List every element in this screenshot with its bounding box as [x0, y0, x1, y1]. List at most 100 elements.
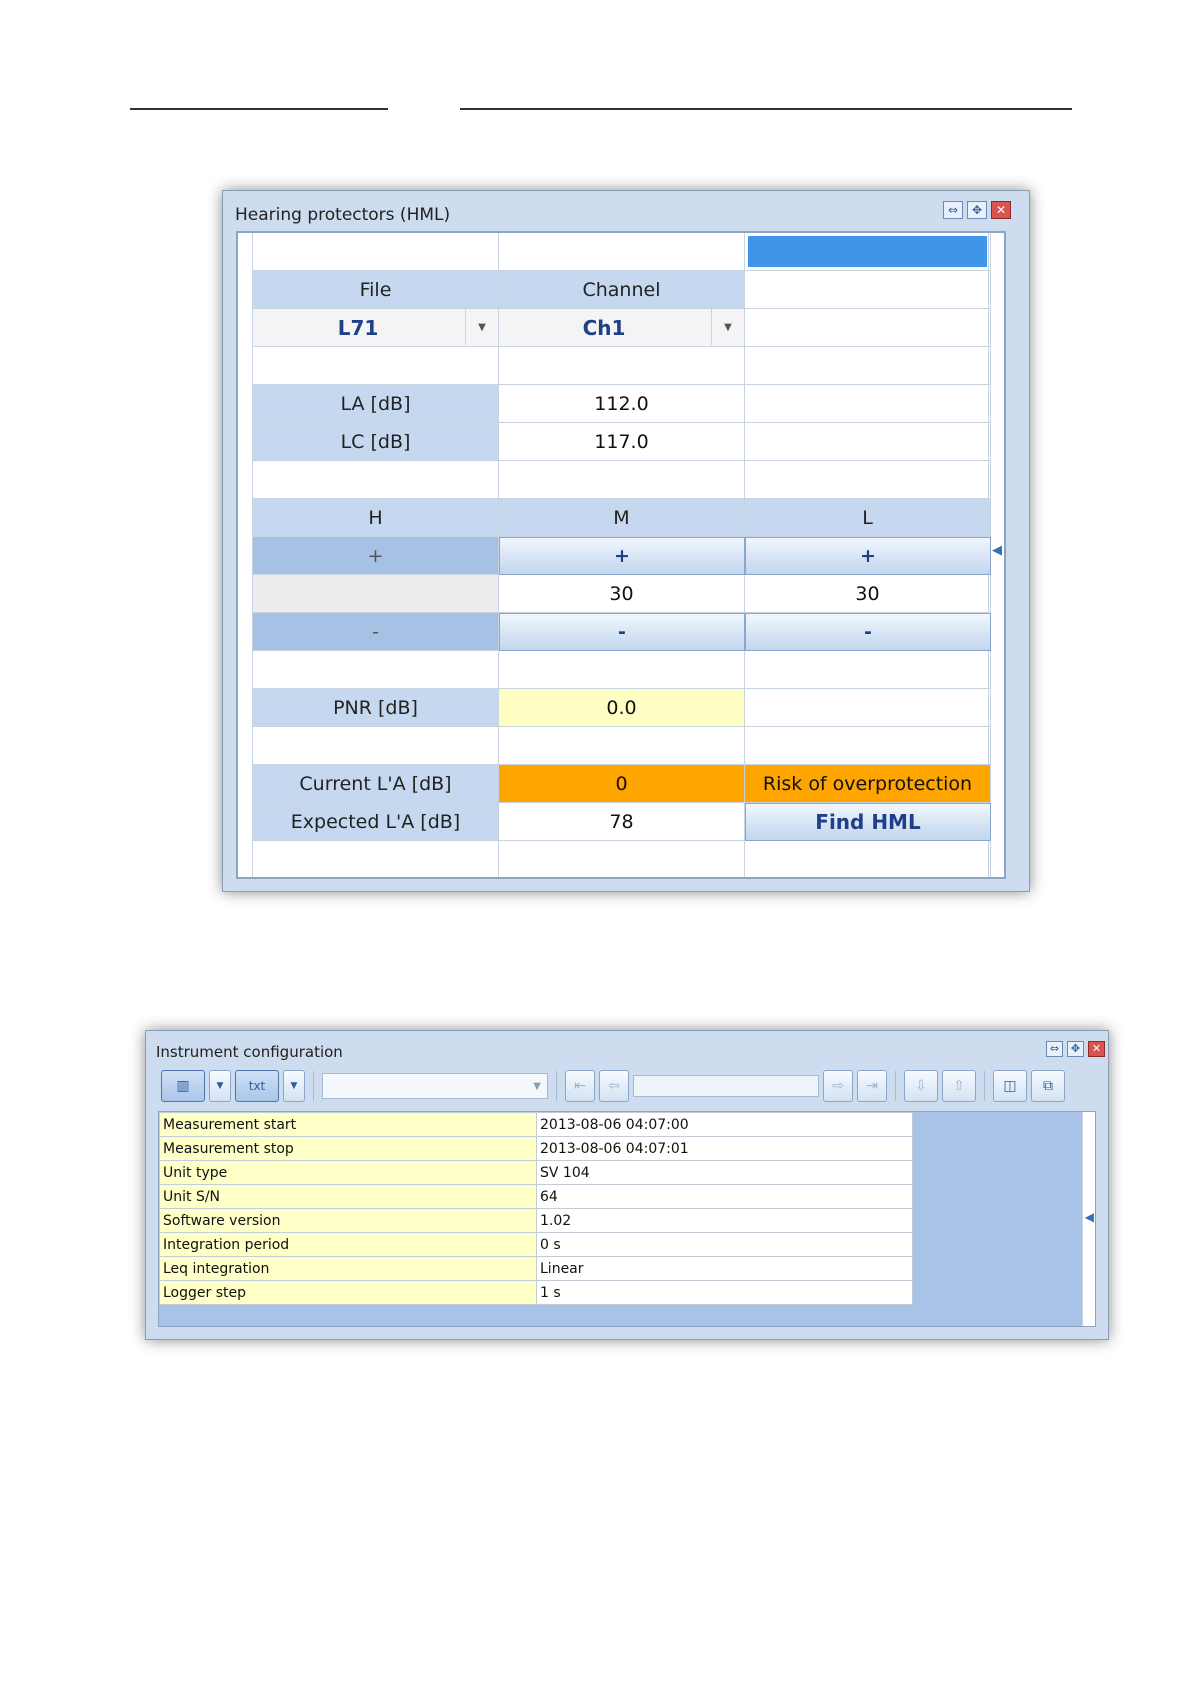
selection-dropdown[interactable]: ▼ [322, 1073, 548, 1099]
current-la-label: Current L'A [dB] [253, 765, 499, 803]
expected-la-value: 78 [499, 803, 745, 841]
grid-row: LA [dB] 112.0 [253, 385, 993, 423]
fit-width-icon[interactable]: ⇔ [1046, 1041, 1063, 1057]
empty-cell [499, 841, 745, 877]
grid-row: Current L'A [dB] 0 Risk of overprotectio… [253, 765, 993, 803]
table-row[interactable]: Unit type SV 104 [159, 1160, 913, 1185]
grid-row: File Channel [253, 271, 993, 309]
position-slider[interactable] [633, 1075, 819, 1097]
channel-dropdown[interactable]: Ch1 ▼ [499, 309, 745, 347]
tile-icon[interactable]: ◫ [993, 1070, 1027, 1102]
l-minus-button[interactable]: - [745, 613, 991, 651]
chevron-down-icon[interactable]: ▼ [465, 309, 498, 345]
grid-row: PNR [dB] 0.0 [253, 689, 993, 727]
chevron-down-icon[interactable]: ▼ [209, 1070, 231, 1102]
table-row[interactable]: Leq integration Linear [159, 1256, 913, 1281]
expected-la-label: Expected L'A [dB] [253, 803, 499, 841]
window-title: Instrument configuration [156, 1043, 343, 1061]
toolbar-separator [984, 1071, 985, 1101]
empty-cell [745, 423, 991, 461]
config-value[interactable]: SV 104 [536, 1160, 913, 1185]
config-value[interactable]: 64 [536, 1184, 913, 1209]
m-value[interactable]: 30 [499, 575, 745, 613]
config-value[interactable]: Linear [536, 1256, 913, 1281]
table-row[interactable]: Measurement start 2013-08-06 04:07:00 [159, 1112, 913, 1137]
l-plus-button[interactable]: + [745, 537, 991, 575]
file-value: L71 [337, 315, 379, 340]
up-arrow-icon[interactable]: ⇧ [942, 1070, 976, 1102]
la-label: LA [dB] [253, 385, 499, 423]
config-key: Logger step [159, 1280, 537, 1305]
m-plus-button[interactable]: + [499, 537, 745, 575]
collapse-arrow-icon[interactable]: ◀ [1085, 1210, 1094, 1224]
m-minus-button[interactable]: - [499, 613, 745, 651]
table-row[interactable]: Measurement stop 2013-08-06 04:07:01 [159, 1136, 913, 1161]
toolbar-separator [313, 1071, 314, 1101]
config-key: Unit type [159, 1160, 537, 1185]
lc-value[interactable]: 117.0 [499, 423, 745, 461]
empty-cell [745, 271, 991, 309]
header-rule-right [460, 108, 1072, 110]
grid-row: H M L [253, 499, 993, 537]
channel-header: Channel [499, 271, 745, 309]
band-m-header: M [499, 499, 745, 537]
config-table-area: ◀ Measurement start 2013-08-06 04:07:00 Me… [158, 1111, 1096, 1327]
la-value[interactable]: 112.0 [499, 385, 745, 423]
empty-cell [499, 347, 745, 385]
selected-cell[interactable] [745, 233, 991, 271]
hearing-protectors-window: Hearing protectors (HML) ⇔ ✥ ✕ ◀ File Ch… [222, 190, 1030, 892]
table-row[interactable]: Integration period 0 s [159, 1232, 913, 1257]
empty-cell [745, 461, 991, 499]
chevron-down-icon[interactable]: ▼ [711, 309, 744, 345]
table-row[interactable]: Unit S/N 64 [159, 1184, 913, 1209]
prev-icon[interactable]: ⇦ [599, 1070, 629, 1102]
columns-icon[interactable]: ▥ [161, 1070, 205, 1102]
chevron-down-icon[interactable]: ▼ [283, 1070, 305, 1102]
copy-icon[interactable]: ⧉ [1031, 1070, 1065, 1102]
h-minus-button: - [253, 613, 499, 651]
grid-row [253, 233, 993, 271]
channel-value: Ch1 [582, 315, 626, 340]
config-value[interactable]: 2013-08-06 04:07:01 [536, 1136, 913, 1161]
selection-highlight [748, 236, 987, 267]
close-icon[interactable]: ✕ [991, 201, 1011, 219]
close-icon[interactable]: ✕ [1088, 1041, 1105, 1057]
down-arrow-icon[interactable]: ⇩ [904, 1070, 938, 1102]
find-hml-button[interactable]: Find HML [745, 803, 991, 841]
config-value[interactable]: 0 s [536, 1232, 913, 1257]
grid-row [253, 727, 993, 765]
maximize-icon[interactable]: ✥ [967, 201, 987, 219]
table-row[interactable]: Software version 1.02 [159, 1208, 913, 1233]
first-icon[interactable]: ⇤ [565, 1070, 595, 1102]
last-icon[interactable]: ⇥ [857, 1070, 887, 1102]
config-key: Integration period [159, 1232, 537, 1257]
grid-row [253, 461, 993, 499]
next-icon[interactable]: ⇨ [823, 1070, 853, 1102]
grid-row: - - - [253, 613, 993, 651]
config-key: Software version [159, 1208, 537, 1233]
table-row[interactable]: Logger step 1 s [159, 1280, 913, 1305]
h-value [253, 575, 499, 613]
toolbar-separator [895, 1071, 896, 1101]
empty-cell [253, 651, 499, 689]
txt-icon[interactable]: txt [235, 1070, 279, 1102]
pnr-value: 0.0 [499, 689, 745, 727]
maximize-icon[interactable]: ✥ [1067, 1041, 1084, 1057]
empty-cell [745, 347, 991, 385]
collapse-arrow-icon[interactable]: ◀ [992, 543, 1002, 558]
window-controls: ⇔ ✥ ✕ [1046, 1041, 1105, 1057]
config-value[interactable]: 1 s [536, 1280, 913, 1305]
lc-label: LC [dB] [253, 423, 499, 461]
pnr-label: PNR [dB] [253, 689, 499, 727]
fit-width-icon[interactable]: ⇔ [943, 201, 963, 219]
instrument-configuration-window: Instrument configuration ⇔ ✥ ✕ ▥ ▼ txt ▼… [145, 1030, 1109, 1340]
config-value[interactable]: 2013-08-06 04:07:00 [536, 1112, 913, 1137]
current-la-value: 0 [499, 765, 745, 803]
empty-cell [745, 841, 991, 877]
window-title: Hearing protectors (HML) [235, 205, 451, 225]
l-value[interactable]: 30 [745, 575, 991, 613]
config-value[interactable]: 1.02 [536, 1208, 913, 1233]
grid-row [253, 347, 993, 385]
file-dropdown[interactable]: L71 ▼ [253, 309, 499, 347]
h-plus-button: + [253, 537, 499, 575]
